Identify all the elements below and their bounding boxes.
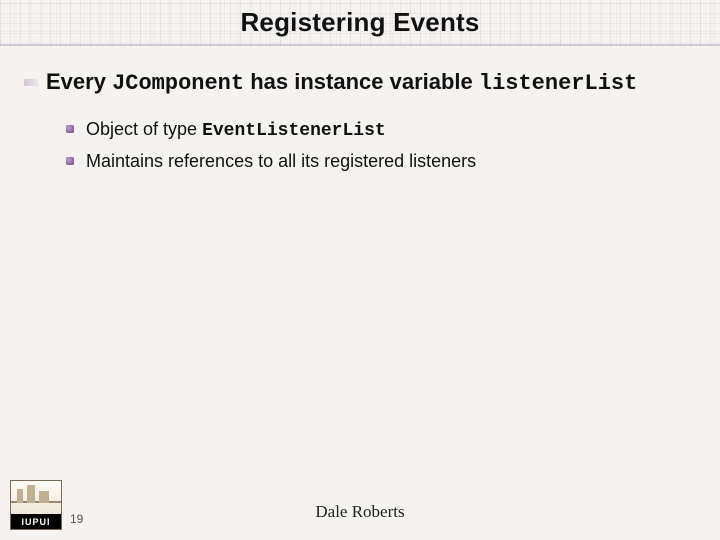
title-band: Registering Events [0, 0, 720, 46]
author-name: Dale Roberts [0, 502, 720, 522]
text-fragment: Object of type [86, 119, 202, 139]
slide-title: Registering Events [240, 7, 479, 38]
text-fragment: Every [46, 69, 112, 94]
bullet-level2: Object of type EventListenerList [86, 116, 680, 144]
bullet-level2: Maintains references to all its register… [86, 148, 680, 174]
sub-bullets: Object of type EventListenerList Maintai… [46, 116, 680, 174]
text-fragment: has instance variable [244, 69, 479, 94]
code-jcomponent: JComponent [112, 71, 244, 96]
code-eventlistenerlist: EventListenerList [202, 121, 386, 141]
bullet-level1: Every JComponent has instance variable l… [46, 68, 680, 98]
code-listenerlist: listenerList [479, 71, 637, 96]
content-area: Every JComponent has instance variable l… [0, 46, 720, 174]
footer: IUPUI 19 Dale Roberts [0, 476, 720, 540]
